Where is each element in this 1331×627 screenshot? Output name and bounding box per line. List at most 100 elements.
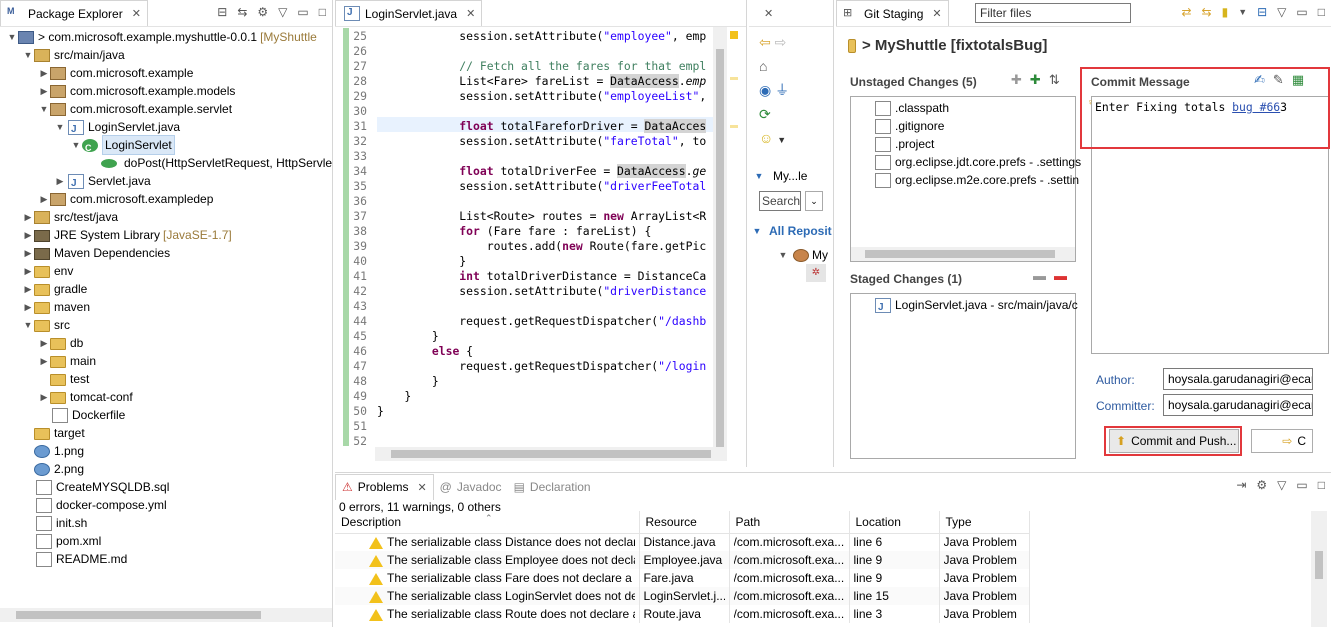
scrollbar-thumb[interactable] — [1315, 551, 1323, 579]
collapse-toggle-icon[interactable]: ▼ — [777, 250, 789, 260]
scrollbar-thumb[interactable] — [716, 49, 724, 447]
expand-toggle-icon[interactable]: ▶ — [22, 208, 34, 226]
maximize-icon[interactable]: □ — [319, 5, 326, 19]
tree-item[interactable]: ▼ src — [6, 316, 332, 334]
problems-table[interactable]: Description Resource Path Location Type The … — [335, 511, 1030, 623]
expand-toggle-icon[interactable]: ▶ — [38, 352, 50, 370]
tab-javadoc[interactable]: @ Javadoc — [434, 474, 508, 500]
maximize-icon[interactable]: □ — [1318, 5, 1325, 19]
expand-toggle-icon[interactable]: ▶ — [22, 244, 34, 262]
close-icon[interactable]: ✕ — [132, 7, 141, 20]
unstaged-file-item[interactable]: .classpath — [851, 99, 1075, 117]
column-header[interactable]: Description — [335, 511, 640, 534]
collapse-toggle-icon[interactable]: ▼ — [751, 226, 763, 236]
collapse-toggle-icon[interactable]: ▼ — [70, 136, 82, 154]
unstaged-file-item[interactable]: org.eclipse.m2e.core.prefs - .settin — [851, 171, 1079, 189]
tree-item[interactable]: ▶ main — [6, 352, 332, 370]
expand-toggle-icon[interactable]: ▶ — [22, 298, 34, 316]
commit-button[interactable]: ⇨ C — [1251, 429, 1313, 453]
collapse-toggle-icon[interactable]: ▼ — [753, 171, 765, 181]
tree-item[interactable]: ▶ Servlet.java — [6, 172, 332, 193]
refresh-icon[interactable]: ⇄ — [1181, 5, 1191, 19]
expand-toggle-icon[interactable]: ▶ — [38, 82, 50, 100]
scrollbar-thumb[interactable] — [391, 450, 711, 458]
code-area[interactable]: 25 session.setAttribute("employee", emp 2… — [335, 27, 713, 448]
expand-toggle-icon[interactable]: ▶ — [54, 172, 66, 190]
repo-search-input[interactable]: Search — [759, 191, 801, 211]
tab-declaration[interactable]: ▤ Declaration — [508, 474, 597, 500]
expand-toggle-icon[interactable]: ▶ — [22, 280, 34, 298]
expand-toggle-icon[interactable]: ▶ — [22, 262, 34, 280]
column-header[interactable]: Location — [849, 511, 940, 534]
close-icon[interactable]: ✕ — [764, 7, 773, 20]
tree-item[interactable]: ▶ env — [6, 262, 332, 280]
repo-node[interactable]: ▼ My...le — [753, 167, 808, 185]
minimize-icon[interactable]: ▭ — [1296, 478, 1307, 492]
filter-files-input[interactable]: Filter files — [975, 3, 1131, 23]
tab-repositories[interactable]: ✕ — [749, 0, 779, 26]
column-header[interactable]: Path — [729, 511, 850, 534]
collapse-toggle-icon[interactable]: ▼ — [22, 46, 34, 64]
minimize-icon[interactable]: ▭ — [297, 5, 308, 19]
view-menu-icon[interactable]: ▽ — [1277, 5, 1286, 19]
repository-child-node[interactable]: ▼ My — [777, 246, 828, 264]
search-dropdown[interactable]: ⌄ — [805, 191, 823, 211]
tree-item[interactable]: ▶ gradle — [6, 280, 332, 298]
close-icon[interactable]: ✕ — [932, 7, 941, 20]
tree-item[interactable]: 2.png — [6, 460, 332, 478]
expand-toggle-icon[interactable]: ▶ — [38, 334, 50, 352]
tree-item[interactable]: CreateMYSQLDB.sql — [6, 478, 332, 496]
tree-item[interactable]: docker-compose.yml — [6, 496, 332, 514]
tree-item[interactable]: ▼ com.microsoft.example.servlet — [6, 100, 332, 118]
link-with-editor-icon[interactable]: ⇆ — [237, 5, 247, 19]
tree-item[interactable]: ▶ com.microsoft.example.models — [6, 82, 332, 100]
tree-item[interactable]: ▶ com.microsoft.exampledep — [6, 190, 332, 208]
smiley-icon[interactable]: ☺ ▼ — [759, 126, 829, 152]
tree-item[interactable]: ▶ src/test/java — [6, 208, 332, 226]
close-icon[interactable]: ✕ — [417, 481, 426, 494]
filter-icon[interactable]: ⚙ — [1256, 478, 1267, 492]
table-row[interactable]: The serializable class Route does not de… — [335, 605, 1030, 623]
tab-git-staging[interactable]: ⊞ Git Staging ✕ — [836, 0, 949, 26]
tree-item[interactable]: Dockerfile — [6, 406, 332, 424]
horizontal-scrollbar[interactable] — [851, 247, 1075, 261]
unstaged-file-item[interactable]: .project — [851, 135, 1075, 153]
unstaged-changes-list[interactable]: .classpath .gitignore .project org.eclipse.… — [850, 96, 1081, 262]
tree-item[interactable]: ▶ db — [6, 334, 332, 352]
tree-item[interactable]: doPost(HttpServletRequest, HttpServlet — [6, 154, 332, 172]
tree-item[interactable]: ▶ Maven Dependencies — [6, 244, 332, 262]
staged-file-item[interactable]: LoginServlet.java - src/main/java/c — [851, 296, 1078, 317]
collapse-toggle-icon[interactable]: ▼ — [22, 316, 34, 334]
layout-icon[interactable]: ⊟ — [1257, 5, 1267, 19]
collapse-toggle-icon[interactable]: ▼ — [6, 28, 18, 46]
add-icon[interactable]: ✚ — [1011, 72, 1022, 88]
expand-toggle-icon[interactable]: ▶ — [38, 190, 50, 208]
collapse-all-icon[interactable]: ⊟ — [217, 5, 227, 19]
table-row[interactable]: The serializable class Distance does not… — [335, 533, 1030, 551]
remove-all-icon[interactable]: ▬ — [1054, 268, 1067, 283]
filter-icon[interactable]: ⚙ — [257, 5, 268, 19]
link-selection-icon[interactable]: ⇆ — [1202, 5, 1212, 19]
tree-item[interactable]: ▼ > com.microsoft.example.myshuttle-0.0.1… — [6, 28, 332, 46]
home-icon[interactable]: ⌂ — [759, 54, 829, 78]
view-menu-icon[interactable]: ▽ — [278, 5, 287, 19]
tab-package-explorer[interactable]: M Package Explorer ✕ — [0, 0, 148, 26]
tree-item[interactable]: ▶ tomcat-conf — [6, 388, 332, 406]
table-row[interactable]: The serializable class LoginServlet does… — [335, 587, 1030, 605]
collapse-icon[interactable]: ⇥ — [1236, 478, 1246, 492]
add-all-icon[interactable]: ✚ — [1030, 72, 1041, 88]
tree-item[interactable]: ▼ LoginServlet.java — [6, 118, 332, 139]
sort-icon[interactable]: ⇅ — [1049, 72, 1060, 88]
column-header[interactable]: Resource — [639, 511, 730, 534]
tree-item[interactable]: ▶ com.microsoft.example — [6, 64, 332, 82]
view-menu-icon[interactable]: ▽ — [1277, 478, 1286, 492]
tree-item[interactable]: test — [6, 370, 332, 388]
expand-toggle-icon[interactable]: ▶ — [38, 64, 50, 82]
tab-login-servlet-java[interactable]: LoginServlet.java ✕ — [335, 0, 483, 26]
close-icon[interactable]: ✕ — [466, 7, 475, 20]
tree-item[interactable]: ▼ src/main/java — [6, 46, 332, 64]
tab-problems[interactable]: ⚠ Problems ✕ — [335, 473, 434, 500]
expand-toggle-icon[interactable]: ▶ — [38, 388, 50, 406]
column-header[interactable]: Type — [939, 511, 1030, 534]
table-row[interactable]: The serializable class Fare does not dec… — [335, 569, 1030, 587]
